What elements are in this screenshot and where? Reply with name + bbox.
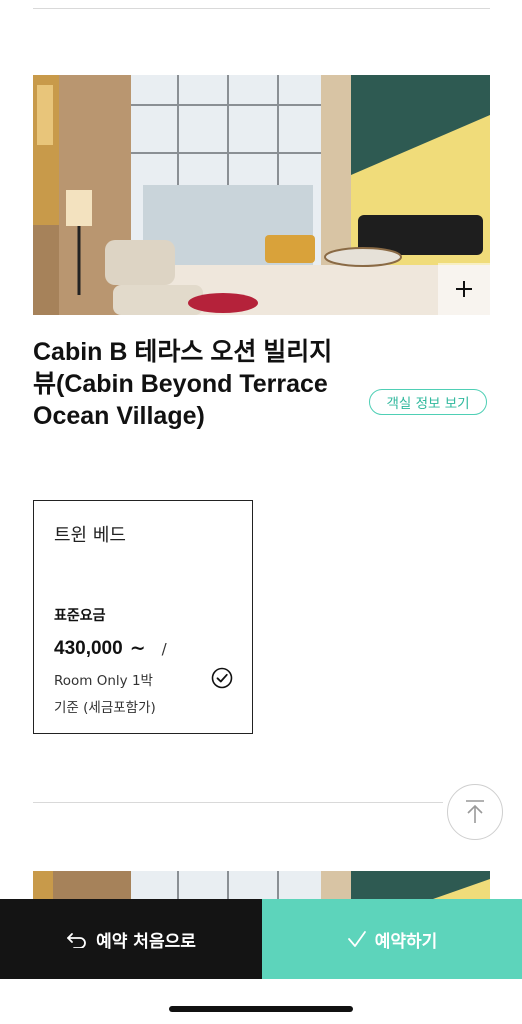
plus-icon bbox=[456, 281, 472, 297]
expand-photo-button[interactable] bbox=[438, 263, 490, 315]
rate-name-label: 표준요금 bbox=[54, 608, 106, 624]
restart-booking-button[interactable]: 예약 처음으로 bbox=[0, 899, 262, 979]
price-suffix: ~ bbox=[129, 637, 146, 659]
top-divider bbox=[33, 8, 490, 9]
room-photo-image bbox=[33, 75, 490, 315]
section-divider bbox=[33, 802, 443, 803]
next-room-photo-image bbox=[33, 871, 490, 899]
price-value: 430,000 bbox=[54, 638, 123, 659]
home-indicator[interactable] bbox=[169, 1006, 353, 1012]
room-info-button[interactable]: 객실 정보 보기 bbox=[369, 389, 487, 415]
bed-type-label: 트윈 베드 bbox=[54, 525, 126, 546]
undo-arrow-icon bbox=[66, 930, 88, 948]
check-circle-icon[interactable] bbox=[211, 667, 233, 689]
book-now-button[interactable]: 예약하기 bbox=[262, 899, 522, 979]
restart-booking-label: 예약 처음으로 bbox=[96, 931, 196, 952]
rate-card-twin[interactable]: 트윈 베드 표준요금 430,000 ~ / Room Only 1박 기준 (… bbox=[33, 500, 253, 734]
rate-description-line2: 기준 (세금포함가) bbox=[54, 700, 156, 716]
book-now-label: 예약하기 bbox=[374, 931, 438, 952]
next-room-photo[interactable] bbox=[33, 871, 490, 899]
room-photo[interactable] bbox=[33, 75, 490, 315]
scroll-to-top-button[interactable] bbox=[447, 784, 503, 840]
room-title: Cabin B 테라스 오션 빌리지 뷰(Cabin Beyond Terrac… bbox=[33, 338, 333, 430]
rate-description-line1: Room Only 1박 bbox=[54, 673, 153, 689]
arrow-up-icon bbox=[466, 800, 484, 823]
checkmark-icon bbox=[347, 930, 367, 948]
price-separator: / bbox=[161, 640, 167, 658]
price-row: 430,000 ~ / bbox=[54, 637, 167, 660]
bottom-action-bar: 예약 처음으로 예약하기 bbox=[0, 899, 522, 979]
